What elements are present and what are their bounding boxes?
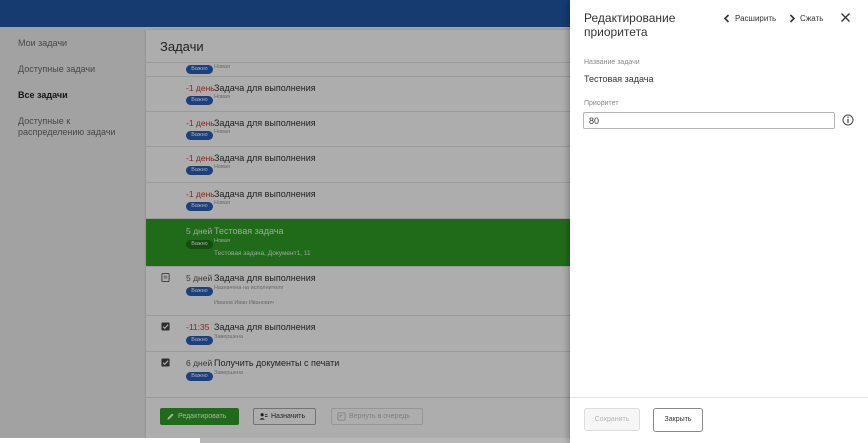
panel-title: Редактирование приоритета [584,11,676,39]
info-icon[interactable] [842,114,854,126]
bottom-scrollbar-thumb[interactable] [0,438,200,443]
collapse-button[interactable]: Сжать [788,13,823,25]
expand-label: Расширить [735,14,777,23]
collapse-label: Сжать [800,14,824,23]
task-name-label: Название задачи [584,59,640,66]
expand-button[interactable]: Расширить [723,13,776,25]
chevron-right-icon [789,14,796,23]
modal-backdrop[interactable] [0,0,570,443]
edit-priority-panel: Редактирование приоритета Расширить Сжат… [570,0,868,443]
priority-input[interactable] [583,112,835,129]
save-button[interactable]: Сохранить [584,408,640,431]
close-icon[interactable] [840,12,851,23]
chevron-left-icon [723,14,730,23]
task-name-value: Тестовая задача [584,74,654,84]
priority-label: Приоритет [584,100,619,107]
close-button[interactable]: Закрыть [653,408,703,432]
panel-footer-divider [570,397,868,398]
